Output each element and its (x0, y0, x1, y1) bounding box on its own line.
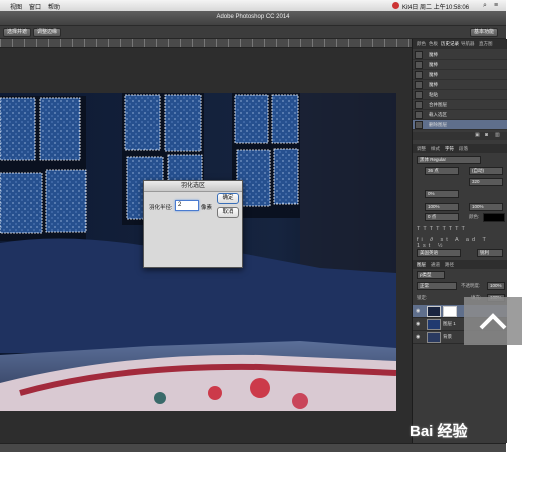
chevron-up-icon (479, 313, 507, 330)
clock: Kit4日 周二 上午10:58:06 (402, 5, 470, 11)
baseline-field[interactable]: 0 点 (425, 213, 459, 221)
tab-swatches[interactable]: 色板 (429, 41, 438, 47)
magic-wand-icon (415, 51, 423, 59)
right-panels: 颜色 色板 历史记录 导航器 直方图 魔棒 魔棒 魔棒 魔棒 粘贴 合并图层 载… (412, 39, 507, 443)
workspace-switcher[interactable]: 基本功能 (470, 28, 499, 37)
history-footer: ▣ ◙ ▥ (413, 132, 507, 140)
layer-name: 图层 1 (443, 321, 456, 326)
lock-label: 锁定: (417, 295, 428, 300)
flower-pattern (250, 378, 270, 398)
camera-icon[interactable]: ◙ (485, 132, 488, 138)
antialias-select[interactable]: 锐利 (477, 249, 503, 257)
opacity-field[interactable]: 100% (487, 282, 505, 290)
history-step[interactable]: 魔棒 (413, 60, 507, 70)
ok-button[interactable]: 确定 (217, 193, 239, 204)
tab-adjustments[interactable]: 调整 (417, 146, 426, 152)
opacity-label: 不透明度: (461, 283, 481, 288)
layer-thumbnail (427, 332, 441, 343)
vertical-scale-field[interactable]: 100% (425, 203, 459, 211)
tab-histogram[interactable]: 直方图 (479, 41, 493, 47)
selection-icon (415, 111, 423, 119)
watermark: Bai 经验 (410, 423, 468, 440)
tab-paths[interactable]: 路径 (445, 262, 454, 268)
window-title: Adobe Photoshop CC 2014 (216, 14, 290, 20)
eye-icon[interactable]: ◉ (416, 334, 420, 340)
language-select[interactable]: 美国英语 (417, 249, 461, 257)
unit-label: 像素 (201, 205, 213, 211)
blend-mode-select[interactable]: 正常 (417, 282, 457, 290)
status-bar (0, 443, 506, 452)
color-label: 颜色: (469, 214, 480, 219)
opentype-buttons[interactable]: fi ∂ st A ad T 1st ½ (417, 237, 503, 249)
menu-help[interactable]: 帮助 (48, 2, 60, 11)
horizontal-scale-field[interactable]: 100% (469, 203, 503, 211)
refine-edge-button[interactable]: 调整边缘 (33, 28, 62, 37)
layer-thumbnail (427, 319, 441, 330)
cancel-button[interactable]: 取消 (217, 207, 239, 218)
feather-selection-dialog: 羽化选区 羽化半径: 2 像素 确定 取消 (143, 180, 243, 268)
window-title-bar: Adobe Photoshop CC 2014 (0, 11, 506, 26)
layer-mask-thumbnail (443, 306, 457, 317)
font-size-field[interactable]: 36 点 (425, 167, 459, 175)
magic-wand-icon (415, 71, 423, 79)
layer-tabs: 图层 通道 路径 (413, 260, 507, 269)
magic-wand-icon (415, 61, 423, 69)
layer-name: 背景 (443, 334, 452, 339)
leaf-pattern (154, 392, 166, 404)
leading-field[interactable]: (自动) (469, 167, 503, 175)
history-step[interactable]: 合并图层 (413, 100, 507, 110)
font-family-select[interactable]: 黑体 Regular (417, 156, 481, 164)
tab-color[interactable]: 颜色 (417, 41, 426, 47)
layer-thumbnail (427, 306, 441, 317)
list-icon[interactable]: ≡ (494, 2, 498, 9)
eye-icon[interactable]: ◉ (416, 321, 420, 327)
magic-wand-icon (415, 81, 423, 89)
text-color-swatch[interactable] (483, 213, 505, 222)
history-step-active[interactable]: 删除图层 (413, 120, 507, 130)
history-step[interactable]: 魔棒 (413, 50, 507, 60)
history-tabs: 颜色 色板 历史记录 导航器 直方图 (413, 39, 507, 49)
flower-pattern (208, 386, 222, 400)
tab-styles[interactable]: 样式 (431, 146, 440, 152)
history-step[interactable]: 魔棒 (413, 70, 507, 80)
horizontal-ruler (0, 39, 412, 48)
select-subject-button[interactable]: 选择并遮 (3, 28, 32, 37)
flower-pattern (292, 393, 308, 409)
search-icon[interactable]: ⌕ (483, 2, 487, 10)
feather-radius-label: 羽化半径: (149, 205, 173, 211)
menu-window[interactable]: 窗口 (29, 2, 41, 11)
layer-kind-filter[interactable]: ρ类型 (417, 271, 445, 279)
tab-character[interactable]: 字符 (445, 146, 454, 152)
history-step[interactable]: 载入选区 (413, 110, 507, 120)
history-step[interactable]: 魔棒 (413, 80, 507, 90)
paste-icon (415, 91, 423, 99)
history-step[interactable]: 粘贴 (413, 90, 507, 100)
merge-icon (415, 101, 423, 109)
tracking-field[interactable]: 320 (469, 178, 503, 186)
tab-channels[interactable]: 通道 (431, 262, 440, 268)
document-workspace[interactable]: 羽化选区 羽化半径: 2 像素 确定 取消 (0, 48, 412, 443)
left-window (0, 96, 87, 241)
delete-icon (415, 121, 423, 129)
kerning-field[interactable]: 0% (425, 190, 459, 198)
menu-view[interactable]: 视图 (10, 2, 22, 11)
dialog-title: 羽化选区 (144, 181, 242, 192)
feather-radius-input[interactable]: 2 (175, 200, 199, 211)
tab-navigator[interactable]: 导航器 (461, 41, 475, 47)
new-snapshot-icon[interactable]: ▣ (475, 132, 480, 138)
tab-layers[interactable]: 图层 (417, 262, 426, 268)
tab-history[interactable]: 历史记录 (441, 41, 459, 47)
eye-icon[interactable]: ◉ (416, 308, 420, 314)
trash-icon[interactable]: ▥ (495, 132, 500, 138)
status-icon (392, 2, 399, 9)
character-tabs: 调整 样式 字符 段落 (413, 144, 507, 153)
options-bar: 选择并遮 调整边缘 基本功能 (0, 26, 506, 39)
scroll-to-top-button[interactable] (464, 297, 522, 345)
tab-paragraph[interactable]: 段落 (459, 146, 468, 152)
type-style-buttons[interactable]: TTTTTTTT (417, 226, 503, 234)
